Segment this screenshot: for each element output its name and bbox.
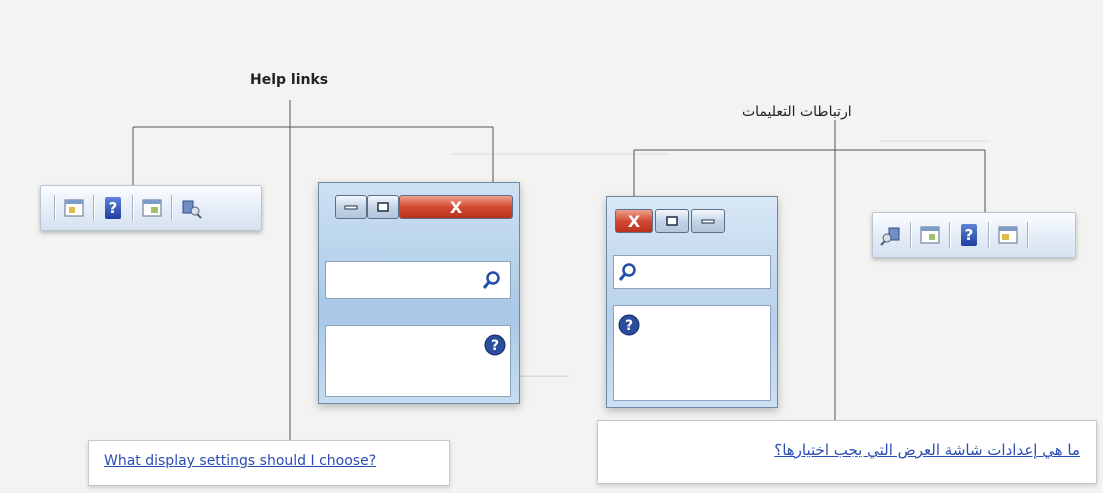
toolbar-separator [949,222,950,248]
toolbar-separator [93,195,94,221]
help-circle-icon[interactable]: ? [618,314,640,336]
callout-label-help-links: Help links [250,72,329,88]
window-icon[interactable] [918,223,942,247]
content-panel: ? [325,325,511,397]
toolbar-separator [54,195,55,221]
maximize-button[interactable] [655,209,689,233]
search-icon [618,263,636,281]
close-icon: X [449,197,463,217]
tools-icon[interactable] [879,223,903,247]
minimize-button[interactable] [691,209,725,233]
toolbar-separator [910,222,911,248]
callout-label-help-links-arabic: ارتباطات التعليمات [742,104,852,120]
help-icon[interactable]: ? [101,196,125,220]
toolbar-separator [988,222,989,248]
toolbar-separator [171,195,172,221]
maximize-button[interactable] [367,195,399,219]
toolbar-left: ? [40,185,262,231]
help-circle-icon[interactable]: ? [484,334,506,356]
svg-text:?: ? [625,318,633,334]
window-icon[interactable] [140,196,164,220]
toolbar-right: ? [872,212,1076,258]
close-button[interactable]: X [615,209,653,233]
toolbar-separator [132,195,133,221]
help-icon[interactable]: ? [957,223,981,247]
window-icon[interactable] [996,223,1020,247]
svg-text:?: ? [491,338,499,354]
help-link-arabic[interactable]: ما هي إعدادات شاشة العرض التي يجب اختيار… [612,441,1080,459]
window-mockup-right: X ? [606,196,778,408]
content-panel: ? [613,305,771,401]
minimize-button[interactable] [335,195,367,219]
search-icon [482,271,500,289]
tools-icon[interactable] [179,196,203,220]
close-button[interactable]: X [399,195,513,219]
search-input[interactable] [613,255,771,289]
close-icon: X [627,211,641,231]
window-mockup-left: X ? [318,182,520,404]
toolbar-separator [1027,222,1028,248]
help-link-english[interactable]: What display settings should I choose? [104,453,376,469]
search-input[interactable] [325,261,511,299]
window-icon[interactable] [62,196,86,220]
